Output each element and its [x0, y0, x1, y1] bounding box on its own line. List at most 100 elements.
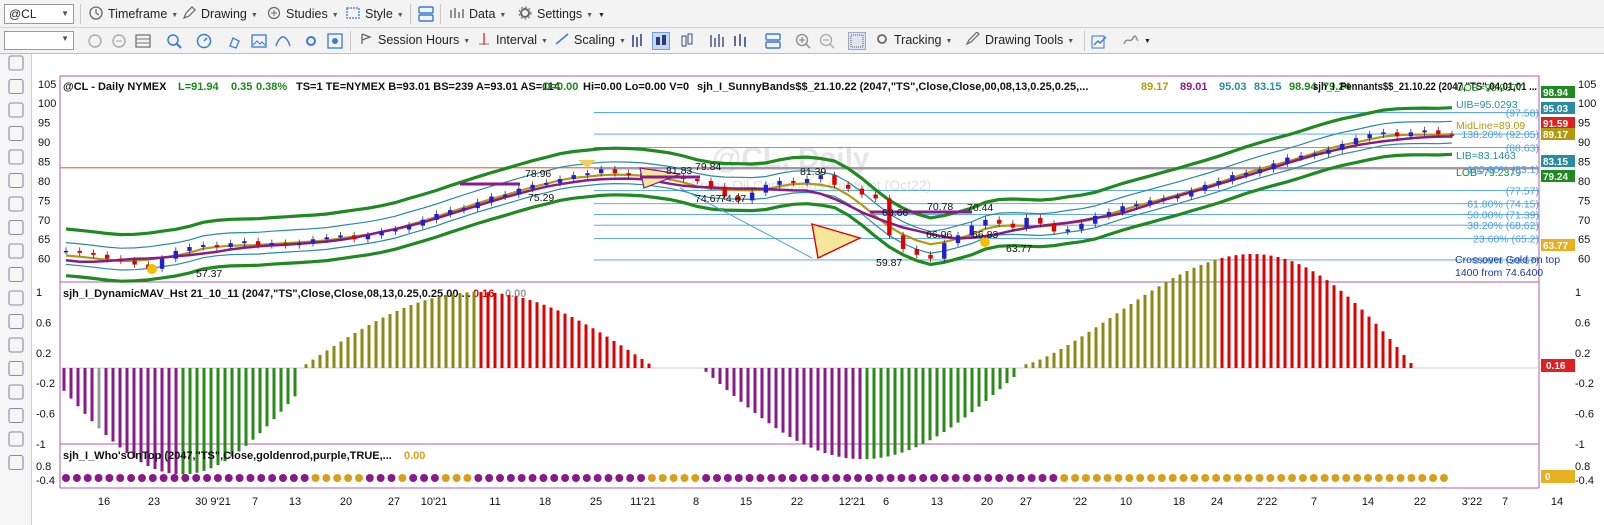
whos-on-top-axis-left: -0.4 [36, 475, 55, 487]
hollow-candle-icon[interactable] [678, 32, 696, 50]
indicator-icon[interactable] [1122, 32, 1140, 50]
band-label-lob: LOB=79.2379 [1456, 167, 1521, 179]
data-button[interactable]: Data ▼ [449, 4, 506, 24]
pencil-icon [181, 6, 197, 20]
pen-icon[interactable] [226, 32, 244, 50]
drawing-button[interactable]: Drawing ▼ [181, 4, 258, 24]
scaling-icon [554, 32, 570, 46]
hlc-icon[interactable] [732, 32, 750, 50]
header-percent: 0.38% [256, 81, 287, 93]
grid-icon[interactable] [134, 32, 152, 50]
whos-on-top-dot [344, 474, 353, 482]
fib-label: 38.20% (68.62) [1467, 220, 1539, 232]
candle-down [255, 241, 261, 246]
settings-square-icon[interactable] [326, 32, 344, 50]
trend-up-icon[interactable] [1090, 32, 1108, 50]
curve-icon[interactable] [274, 32, 292, 50]
divider [350, 31, 351, 51]
date-axis-tick: 7 [1311, 496, 1317, 508]
interval-input[interactable]: ▼ [4, 31, 74, 50]
panes-icon[interactable] [764, 32, 782, 50]
tracking-button[interactable]: Tracking ▼ [874, 30, 952, 50]
layout-icon[interactable] [417, 5, 435, 23]
whos-on-top-dot [1147, 474, 1155, 482]
refresh-icon[interactable] [86, 32, 104, 50]
candle-up [448, 210, 453, 214]
whos-on-top-dot [1071, 474, 1080, 482]
symbol-selector[interactable]: @CL ▼ [4, 4, 74, 24]
scaling-button[interactable]: Scaling ▼ [554, 30, 626, 50]
style-button[interactable]: Style ▼ [345, 4, 404, 24]
date-axis-tick: '22 [1073, 496, 1087, 508]
date-axis-tick: 14 [1551, 496, 1563, 508]
whos-on-top-dot [593, 474, 602, 482]
header-value: 89.17 [1141, 81, 1169, 93]
candle-down [653, 173, 659, 176]
drawing-tools-label: Drawing Tools [985, 33, 1064, 47]
overflow-chevron-icon[interactable]: ▼ [1144, 32, 1151, 52]
whos-on-top-dot [1331, 474, 1340, 482]
overflow-chevron-icon[interactable]: ▼ [598, 6, 605, 26]
interval-button[interactable]: Interval ▼ [476, 30, 548, 50]
date-axis-tick: 13 [931, 496, 943, 508]
bar-chart-icon[interactable] [628, 32, 646, 50]
candle-up [983, 219, 988, 226]
price-pane [59, 75, 1540, 283]
data-label: Data [469, 7, 496, 21]
chevron-down-icon: ▼ [61, 34, 69, 43]
price-badge [1541, 86, 1575, 98]
chevron-down-icon: ▼ [945, 38, 953, 45]
cog-icon[interactable] [302, 32, 320, 50]
whos-on-top-dot [1212, 474, 1221, 482]
zoom-in-icon[interactable] [794, 32, 812, 50]
fib-label: (77.57) [1506, 185, 1539, 197]
whos-on-top-dot [897, 474, 906, 482]
whos-on-top-dot [843, 474, 852, 482]
header-pennants: sjh_I_Pennants$$_21.10.22 (2047,"TS",04,… [1313, 81, 1537, 93]
price-axis-tick-left: 80 [38, 176, 50, 188]
whos-on-top-dot [647, 474, 656, 482]
whos-on-top-title: sjh_I_Who'sOnTop (2047,"TS",Close,golden… [63, 450, 392, 462]
candle-down [681, 177, 686, 179]
data-icon [449, 6, 465, 20]
timeframe-button[interactable]: Timeframe ▼ [88, 4, 178, 24]
zoom-out-icon[interactable] [818, 32, 836, 50]
price-axis-tick-left: 100 [38, 98, 56, 110]
candlestick-icon[interactable] [652, 32, 670, 50]
whos-on-top-dot [1277, 474, 1286, 482]
studies-icon [266, 6, 282, 20]
candle-down [928, 254, 933, 259]
price-label: 81.39 [800, 166, 826, 178]
price-badge-label: 83.15 [1543, 157, 1568, 168]
session-hours-button[interactable]: Session Hours ▼ [358, 30, 470, 50]
whos-on-top-dot [1439, 474, 1448, 482]
histogram-axis-tick-right: 0.6 [1575, 317, 1590, 329]
crosshair-grid-icon[interactable] [848, 32, 866, 50]
whos-on-top-badge [1541, 470, 1575, 483]
fibonacci-anchor-line [679, 187, 813, 259]
gauge-icon[interactable] [195, 32, 213, 50]
whos-on-top-dot [528, 474, 537, 482]
settings-button[interactable]: Settings ▼ [517, 4, 593, 24]
price-label: 68.66 [882, 207, 908, 219]
chevron-down-icon: ▼ [586, 12, 594, 19]
whos-on-top-dot [756, 474, 765, 482]
whos-on-top-dot [148, 474, 157, 482]
fib-label: (88.63) [1506, 142, 1539, 154]
whos-on-top-dot [62, 474, 70, 482]
zoom-chart-icon[interactable] [165, 32, 183, 50]
whos-on-top-dot [1255, 474, 1264, 482]
whos-on-top-dot [1092, 474, 1101, 482]
ohlc-icon[interactable] [708, 32, 726, 50]
watermark-subtitle: Crude Oil Continuous Contract (Oct22) [690, 177, 931, 193]
chart-canvas[interactable]: @CL, Daily Crude Oil Continuous Contract … [0, 0, 1604, 525]
histogram-axis-tick-left: -0.2 [36, 378, 55, 390]
header-hilo: Hi=0.00 Lo=0.00 V=0 [583, 81, 689, 93]
drawing-tools-button[interactable]: Drawing Tools ▼ [965, 30, 1074, 50]
link-icon[interactable] [110, 32, 128, 50]
studies-button[interactable]: Studies ▼ [266, 4, 339, 24]
image-icon[interactable] [250, 32, 268, 50]
whos-on-top-dot [213, 474, 222, 482]
tracking-icon [874, 32, 890, 46]
whos-on-top-dot [875, 474, 884, 482]
